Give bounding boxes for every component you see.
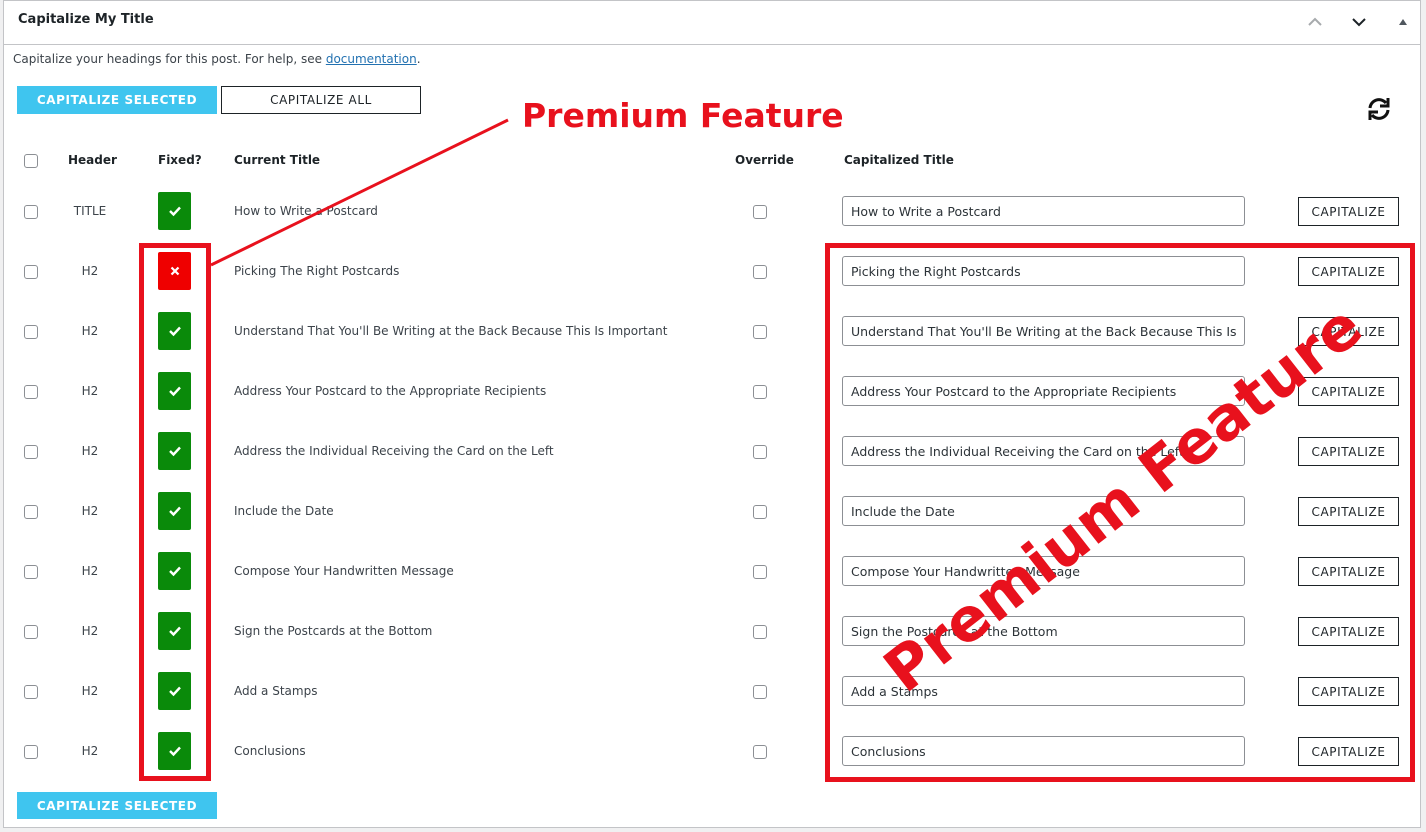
- header-level: H2: [81, 504, 99, 518]
- intro-prefix: Capitalize your headings for this post. …: [13, 52, 326, 66]
- table-row: H2 Address Your Postcard to the Appropria…: [0, 361, 1426, 421]
- current-title: Understand That You'll Be Writing at the…: [234, 324, 668, 338]
- capitalize-row-button[interactable]: CAPITALIZE: [1298, 257, 1399, 286]
- current-title: Conclusions: [234, 744, 306, 758]
- row-select-checkbox[interactable]: [24, 385, 38, 399]
- table-row: H2 Conclusions CAPITALIZE: [0, 721, 1426, 781]
- move-up-icon[interactable]: [1302, 9, 1328, 35]
- override-checkbox[interactable]: [753, 325, 767, 339]
- header-level: H2: [81, 684, 99, 698]
- capitalized-title-input[interactable]: [842, 376, 1245, 406]
- select-all-checkbox[interactable]: [24, 154, 38, 168]
- fixed-check-icon: [158, 552, 191, 590]
- fixed-check-icon: [158, 432, 191, 470]
- current-title: How to Write a Postcard: [234, 204, 378, 218]
- column-header-fixed: Fixed?: [158, 153, 202, 167]
- header-level: H2: [81, 564, 99, 578]
- override-checkbox[interactable]: [753, 265, 767, 279]
- current-title: Address the Individual Receiving the Car…: [234, 444, 554, 458]
- table-row: H2 Address the Individual Receiving the C…: [0, 421, 1426, 481]
- capitalized-title-input[interactable]: [842, 316, 1245, 346]
- row-select-checkbox[interactable]: [24, 325, 38, 339]
- header-level: H2: [81, 624, 99, 638]
- intro-suffix: .: [416, 52, 421, 66]
- row-select-checkbox[interactable]: [24, 445, 38, 459]
- column-header-current-title: Current Title: [234, 153, 321, 167]
- header-level: H2: [81, 324, 99, 338]
- current-title: Sign the Postcards at the Bottom: [234, 624, 433, 638]
- override-checkbox[interactable]: [753, 685, 767, 699]
- table-row: H2 Compose Your Handwritten Message CAPITA…: [0, 541, 1426, 601]
- capitalize-row-button[interactable]: CAPITALIZE: [1298, 317, 1399, 346]
- row-select-checkbox[interactable]: [24, 625, 38, 639]
- current-title: Add a Stamps: [234, 684, 318, 698]
- fixed-check-icon: [158, 612, 191, 650]
- capitalize-row-button[interactable]: CAPITALIZE: [1298, 377, 1399, 406]
- header-level: TITLE: [73, 204, 107, 218]
- override-checkbox[interactable]: [753, 565, 767, 579]
- table-row: H2 Understand That You'll Be Writing at t…: [0, 301, 1426, 361]
- override-checkbox[interactable]: [753, 445, 767, 459]
- header-level: H2: [81, 384, 99, 398]
- column-header-header: Header: [68, 153, 117, 167]
- current-title: Compose Your Handwritten Message: [234, 564, 454, 578]
- fixed-check-icon: [158, 492, 191, 530]
- table-row: TITLE How to Write a Postcard CAPITALIZE: [0, 181, 1426, 241]
- capitalize-row-button[interactable]: CAPITALIZE: [1298, 617, 1399, 646]
- capitalize-row-button[interactable]: CAPITALIZE: [1298, 497, 1399, 526]
- capitalized-title-input[interactable]: [842, 556, 1245, 586]
- capitalized-title-input[interactable]: [842, 436, 1245, 466]
- capitalized-title-input[interactable]: [842, 676, 1245, 706]
- override-checkbox[interactable]: [753, 745, 767, 759]
- fixed-check-icon: [158, 372, 191, 410]
- table-row: H2 Include the Date CAPITALIZE: [0, 481, 1426, 541]
- override-checkbox[interactable]: [753, 385, 767, 399]
- capitalized-title-input[interactable]: [842, 616, 1245, 646]
- capitalize-row-button[interactable]: CAPITALIZE: [1298, 437, 1399, 466]
- fixed-check-icon: [158, 672, 191, 710]
- panel-title: Capitalize My Title: [18, 12, 154, 27]
- capitalize-row-button[interactable]: CAPITALIZE: [1298, 737, 1399, 766]
- panel-header: Capitalize My Title: [4, 1, 1420, 45]
- override-checkbox[interactable]: [753, 505, 767, 519]
- current-title: Address Your Postcard to the Appropriate…: [234, 384, 547, 398]
- row-select-checkbox[interactable]: [24, 565, 38, 579]
- fixed-check-icon: [158, 732, 191, 770]
- table-row: H2 Picking The Right Postcards CAPITALIZE: [0, 241, 1426, 301]
- row-select-checkbox[interactable]: [24, 265, 38, 279]
- override-checkbox[interactable]: [753, 205, 767, 219]
- fixed-check-icon: [158, 312, 191, 350]
- intro-text: Capitalize your headings for this post. …: [13, 52, 421, 66]
- row-select-checkbox[interactable]: [24, 685, 38, 699]
- header-level: H2: [81, 444, 99, 458]
- header-level: H2: [81, 744, 99, 758]
- capitalized-title-input[interactable]: [842, 736, 1245, 766]
- capitalize-all-button[interactable]: CAPITALIZE ALL: [221, 86, 421, 114]
- row-select-checkbox[interactable]: [24, 745, 38, 759]
- column-header-override: Override: [735, 153, 794, 167]
- collapse-toggle-icon[interactable]: [1390, 9, 1416, 35]
- column-header-capitalized-title: Capitalized Title: [844, 153, 954, 167]
- table-row: H2 Sign the Postcards at the Bottom CAPITA…: [0, 601, 1426, 661]
- table-row: H2 Add a Stamps CAPITALIZE: [0, 661, 1426, 721]
- capitalize-selected-bottom-button[interactable]: CAPITALIZE SELECTED: [17, 792, 217, 819]
- refresh-icon[interactable]: [1364, 94, 1394, 124]
- capitalize-row-button[interactable]: CAPITALIZE: [1298, 677, 1399, 706]
- header-level: H2: [81, 264, 99, 278]
- capitalized-title-input[interactable]: [842, 496, 1245, 526]
- capitalized-title-input[interactable]: [842, 256, 1245, 286]
- row-select-checkbox[interactable]: [24, 205, 38, 219]
- capitalize-selected-button[interactable]: CAPITALIZE SELECTED: [17, 86, 217, 114]
- capitalize-row-button[interactable]: CAPITALIZE: [1298, 197, 1399, 226]
- current-title: Include the Date: [234, 504, 334, 518]
- not-fixed-x-icon: [158, 252, 191, 290]
- documentation-link[interactable]: documentation: [326, 52, 417, 66]
- override-checkbox[interactable]: [753, 625, 767, 639]
- capitalize-row-button[interactable]: CAPITALIZE: [1298, 557, 1399, 586]
- current-title: Picking The Right Postcards: [234, 264, 400, 278]
- row-select-checkbox[interactable]: [24, 505, 38, 519]
- move-down-icon[interactable]: [1346, 9, 1372, 35]
- fixed-check-icon: [158, 192, 191, 230]
- capitalized-title-input[interactable]: [842, 196, 1245, 226]
